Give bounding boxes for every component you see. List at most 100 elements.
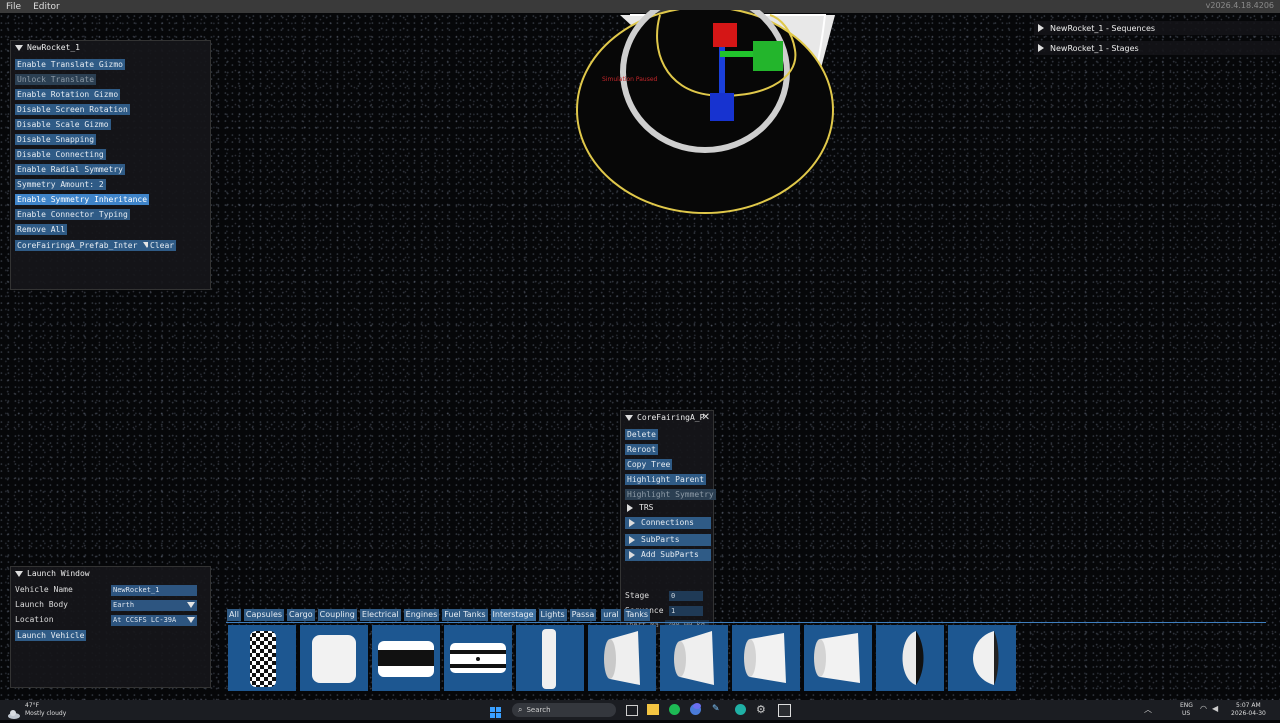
volume-icon[interactable]: ◀ <box>1212 704 1218 713</box>
collapse-triangle-icon[interactable] <box>625 414 633 421</box>
expand-triangle-icon <box>627 503 633 512</box>
sequence-field[interactable]: 1 <box>669 606 703 616</box>
expand-triangle-icon <box>1038 24 1044 32</box>
clear-button[interactable]: Clear <box>148 240 177 251</box>
close-icon[interactable]: ✕ <box>702 412 710 423</box>
subparts-header[interactable]: SubParts <box>625 534 711 546</box>
context-title: CoreFairingA_P <box>637 413 705 422</box>
disable-scale-gizmo-button[interactable]: Disable Scale Gizmo <box>15 119 111 130</box>
part-tile-white-cylinder[interactable] <box>300 625 368 691</box>
launch-vehicle-button[interactable]: Launch Vehicle <box>15 630 87 641</box>
menu-file[interactable]: File <box>0 2 27 12</box>
tab-interstage[interactable]: Interstage <box>490 609 536 621</box>
trs-label: TRS <box>639 503 654 512</box>
weather-status: Mostly cloudy <box>25 710 67 717</box>
enable-connector-typing-button[interactable]: Enable Connector Typing <box>15 209 130 220</box>
highlight-symmetry-button[interactable]: Highlight Symmetry <box>625 489 716 500</box>
part-tile-cone-adapter-1[interactable] <box>588 625 656 691</box>
part-tile-nose-cone-1[interactable] <box>876 625 944 691</box>
launch-body-label: Launch Body <box>15 600 68 609</box>
launch-window-title: Launch Window <box>27 569 90 578</box>
stages-title: NewRocket_1 - Stages <box>1050 43 1139 53</box>
part-tile-banded-cylinder[interactable] <box>372 625 440 691</box>
dropdown-arrow-icon <box>187 602 195 608</box>
reroot-button[interactable]: Reroot <box>625 444 658 455</box>
taskbar-search[interactable]: ⌕ Search <box>512 703 616 717</box>
windows-start-icon[interactable] <box>490 704 502 718</box>
tab-passages[interactable]: Passa <box>569 609 597 621</box>
sequences-header[interactable]: NewRocket_1 - Sequences <box>1034 21 1280 35</box>
discord-icon[interactable] <box>693 703 701 709</box>
tab-all[interactable]: All <box>227 609 241 621</box>
part-select-value: CoreFairingA_Prefab_Inter <box>17 241 138 250</box>
active-app-icon[interactable] <box>778 704 791 717</box>
tab-lights[interactable]: Lights <box>538 609 567 621</box>
panel-header[interactable]: NewRocket_1 <box>11 41 210 54</box>
vehicle-name-input[interactable]: NewRocket_1 <box>111 585 197 596</box>
weather-temp: 47°F <box>25 702 40 709</box>
collapse-triangle-icon[interactable] <box>15 570 23 577</box>
expand-triangle-icon <box>629 519 635 527</box>
symmetry-amount-button[interactable]: Symmetry Amount: 2 <box>15 179 106 190</box>
context-header[interactable]: CoreFairingA_P ✕ <box>621 411 713 424</box>
tab-electrical[interactable]: Electrical <box>359 609 401 621</box>
launch-body-select[interactable]: Earth <box>111 600 197 611</box>
tab-tanks[interactable]: Tanks <box>623 609 651 621</box>
enable-radial-symmetry-button[interactable]: Enable Radial Symmetry <box>15 164 125 175</box>
part-tile-cone-adapter-4[interactable] <box>804 625 872 691</box>
tab-cargo[interactable]: Cargo <box>287 609 315 621</box>
menu-editor[interactable]: Editor <box>27 2 66 12</box>
rocket-part-view[interactable]: Simulation Paused <box>570 0 840 220</box>
part-tile-interstage-ring[interactable] <box>444 625 512 691</box>
location-select[interactable]: At CCSFS LC-39A <box>111 615 197 626</box>
copy-tree-button[interactable]: Copy Tree <box>625 459 673 470</box>
parts-palette <box>226 622 1266 693</box>
part-select-dropdown[interactable]: CoreFairingA_Prefab_Inter <box>15 240 153 251</box>
tab-fuel-tanks[interactable]: Fuel Tanks <box>442 609 488 621</box>
pen-icon[interactable]: ✎ <box>712 704 723 715</box>
connections-header[interactable]: Connections <box>625 517 711 529</box>
collapse-triangle-icon[interactable] <box>15 44 23 51</box>
rocket-tools-panel: NewRocket_1 Enable Translate Gizmo Unloc… <box>10 40 211 290</box>
settings-icon[interactable]: ⚙ <box>756 703 766 716</box>
simulation-status-text: Simulation Paused <box>602 76 658 83</box>
tab-engines[interactable]: Engines <box>403 609 440 621</box>
expand-triangle-icon <box>1038 44 1044 52</box>
panel-title: NewRocket_1 <box>27 43 80 52</box>
file-explorer-icon[interactable] <box>647 704 659 715</box>
enable-rotation-gizmo-button[interactable]: Enable Rotation Gizmo <box>15 89 121 100</box>
tab-coupling[interactable]: Coupling <box>317 609 357 621</box>
part-tile-checker-fairing[interactable] <box>228 625 296 691</box>
sequences-title: NewRocket_1 - Sequences <box>1050 23 1156 33</box>
launch-window-header[interactable]: Launch Window <box>11 567 210 580</box>
edge-icon[interactable] <box>735 704 746 715</box>
clock-time[interactable]: 5:07 AM <box>1236 702 1261 709</box>
add-subparts-header[interactable]: Add SubParts <box>625 549 711 561</box>
remove-all-button[interactable]: Remove All <box>15 224 68 235</box>
enable-translate-gizmo-button[interactable]: Enable Translate Gizmo <box>15 59 125 70</box>
vehicle-name-label: Vehicle Name <box>15 585 73 594</box>
stage-field[interactable]: 0 <box>669 591 703 601</box>
trs-header[interactable]: TRS <box>627 503 653 512</box>
language-indicator[interactable]: ENG <box>1180 702 1193 709</box>
tab-capsules[interactable]: Capsules <box>243 609 285 621</box>
delete-button[interactable]: Delete <box>625 429 658 440</box>
stage-label: Stage <box>625 591 650 600</box>
disable-snapping-button[interactable]: Disable Snapping <box>15 134 97 145</box>
part-tile-nose-cone-2[interactable] <box>948 625 1016 691</box>
disable-connecting-button[interactable]: Disable Connecting <box>15 149 106 160</box>
enable-symmetry-inheritance-button[interactable]: Enable Symmetry Inheritance <box>15 194 150 205</box>
disable-screen-rotation-button[interactable]: Disable Screen Rotation <box>15 104 130 115</box>
part-tile-cone-adapter-2[interactable] <box>660 625 728 691</box>
task-view-icon[interactable] <box>626 705 638 716</box>
spotify-icon[interactable] <box>669 704 680 715</box>
highlight-parent-button[interactable]: Highlight Parent <box>625 474 707 485</box>
stages-header[interactable]: NewRocket_1 - Stages <box>1034 41 1280 55</box>
tray-chevron-icon[interactable]: ︿ <box>1144 704 1152 715</box>
tab-structural[interactable]: ural <box>601 609 621 621</box>
unlock-translate-button[interactable]: Unlock Translate <box>15 74 97 85</box>
wifi-icon[interactable]: ◠ <box>1200 704 1207 713</box>
part-tile-cone-adapter-3[interactable] <box>732 625 800 691</box>
version-label: v2026.4.18.4206 <box>1205 1 1274 10</box>
part-tile-slim-tube[interactable] <box>516 625 584 691</box>
